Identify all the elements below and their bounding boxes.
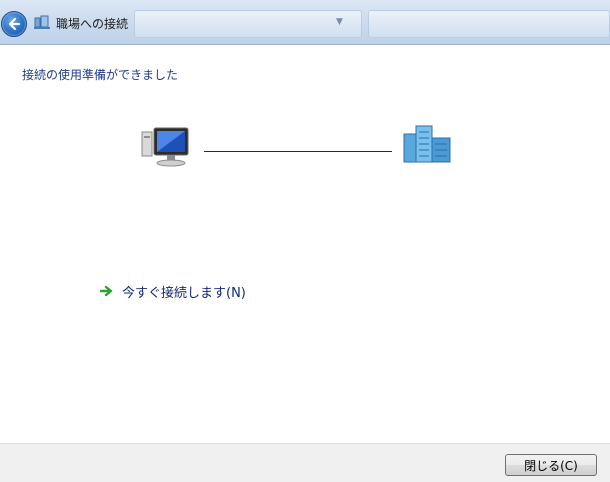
footer: 閉じる(C) (0, 443, 610, 482)
workplace-building-icon (403, 125, 451, 163)
connection-line (204, 151, 392, 152)
window-title: 職場への接続 (56, 17, 129, 31)
search-box[interactable] (368, 10, 610, 38)
network-place-icon (34, 15, 50, 29)
vpn-connection-window: 職場への接続 ▼ 接続の使用準備ができました 今すぐ接続します(N) 閉じる(C… (0, 0, 610, 482)
connect-now-label[interactable]: 今すぐ接続します(N) (122, 282, 246, 301)
title-bar: 職場への接続 ▼ (0, 0, 610, 45)
close-button[interactable]: 閉じる(C) (505, 454, 597, 476)
back-arrow-icon (8, 17, 21, 31)
green-arrow-icon (100, 285, 113, 297)
chevron-down-icon[interactable]: ▼ (336, 17, 343, 27)
address-bar[interactable] (134, 10, 362, 38)
computer-icon (141, 127, 189, 167)
status-heading: 接続の使用準備ができました (22, 68, 179, 82)
back-button[interactable] (1, 11, 27, 37)
connect-now-link[interactable]: 今すぐ接続します(N) (100, 281, 246, 301)
